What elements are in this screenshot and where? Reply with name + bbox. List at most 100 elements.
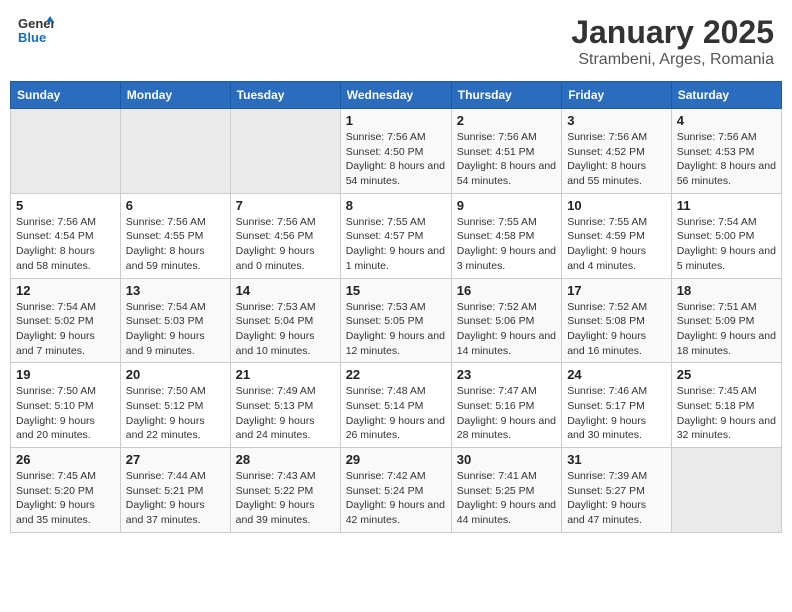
day-number: 1	[346, 113, 446, 128]
calendar-cell: 6 Sunrise: 7:56 AMSunset: 4:55 PMDaylight…	[120, 193, 230, 278]
calendar-cell: 23 Sunrise: 7:47 AMSunset: 5:16 PMDayligh…	[451, 363, 561, 448]
day-info: Sunrise: 7:56 AMSunset: 4:52 PMDaylight:…	[567, 130, 666, 189]
day-info: Sunrise: 7:41 AMSunset: 5:25 PMDaylight:…	[457, 469, 556, 528]
weekday-header: Monday	[120, 82, 230, 109]
weekday-header: Friday	[562, 82, 672, 109]
day-number: 22	[346, 367, 446, 382]
day-info: Sunrise: 7:55 AMSunset: 4:59 PMDaylight:…	[567, 215, 666, 274]
logo: General Blue	[18, 14, 54, 44]
day-info: Sunrise: 7:50 AMSunset: 5:10 PMDaylight:…	[16, 384, 115, 443]
calendar-cell: 13 Sunrise: 7:54 AMSunset: 5:03 PMDayligh…	[120, 278, 230, 363]
day-info: Sunrise: 7:50 AMSunset: 5:12 PMDaylight:…	[126, 384, 225, 443]
calendar-cell: 1 Sunrise: 7:56 AMSunset: 4:50 PMDaylight…	[340, 109, 451, 194]
day-number: 12	[16, 283, 115, 298]
day-number: 31	[567, 452, 666, 467]
calendar-week-row: 26 Sunrise: 7:45 AMSunset: 5:20 PMDayligh…	[11, 448, 782, 533]
calendar-cell: 7 Sunrise: 7:56 AMSunset: 4:56 PMDaylight…	[230, 193, 340, 278]
day-info: Sunrise: 7:56 AMSunset: 4:54 PMDaylight:…	[16, 215, 115, 274]
calendar-cell: 12 Sunrise: 7:54 AMSunset: 5:02 PMDayligh…	[11, 278, 121, 363]
day-number: 29	[346, 452, 446, 467]
location-subtitle: Strambeni, Arges, Romania	[571, 51, 774, 69]
title-area: January 2025 Strambeni, Arges, Romania	[571, 14, 774, 69]
calendar-cell: 27 Sunrise: 7:44 AMSunset: 5:21 PMDayligh…	[120, 448, 230, 533]
day-info: Sunrise: 7:49 AMSunset: 5:13 PMDaylight:…	[236, 384, 335, 443]
day-info: Sunrise: 7:47 AMSunset: 5:16 PMDaylight:…	[457, 384, 556, 443]
day-number: 8	[346, 198, 446, 213]
calendar-cell: 14 Sunrise: 7:53 AMSunset: 5:04 PMDayligh…	[230, 278, 340, 363]
day-info: Sunrise: 7:51 AMSunset: 5:09 PMDaylight:…	[677, 300, 776, 359]
day-info: Sunrise: 7:54 AMSunset: 5:03 PMDaylight:…	[126, 300, 225, 359]
month-title: January 2025	[571, 14, 774, 51]
calendar-cell	[120, 109, 230, 194]
calendar-cell: 11 Sunrise: 7:54 AMSunset: 5:00 PMDayligh…	[671, 193, 781, 278]
day-number: 7	[236, 198, 335, 213]
weekday-header: Saturday	[671, 82, 781, 109]
day-info: Sunrise: 7:44 AMSunset: 5:21 PMDaylight:…	[126, 469, 225, 528]
calendar-cell: 19Sunrise: 7:50 AMSunset: 5:10 PMDayligh…	[11, 363, 121, 448]
day-number: 16	[457, 283, 556, 298]
weekday-header: Wednesday	[340, 82, 451, 109]
calendar-cell: 16 Sunrise: 7:52 AMSunset: 5:06 PMDayligh…	[451, 278, 561, 363]
day-number: 25	[677, 367, 776, 382]
calendar-cell: 4Sunrise: 7:56 AMSunset: 4:53 PMDaylight…	[671, 109, 781, 194]
calendar-cell: 15 Sunrise: 7:53 AMSunset: 5:05 PMDayligh…	[340, 278, 451, 363]
calendar-cell: 28 Sunrise: 7:43 AMSunset: 5:22 PMDayligh…	[230, 448, 340, 533]
day-info: Sunrise: 7:52 AMSunset: 5:06 PMDaylight:…	[457, 300, 556, 359]
day-info: Sunrise: 7:55 AMSunset: 4:57 PMDaylight:…	[346, 215, 446, 274]
calendar-cell: 22Sunrise: 7:48 AMSunset: 5:14 PMDayligh…	[340, 363, 451, 448]
day-info: Sunrise: 7:56 AMSunset: 4:50 PMDaylight:…	[346, 130, 446, 189]
calendar-cell: 18 Sunrise: 7:51 AMSunset: 5:09 PMDayligh…	[671, 278, 781, 363]
day-info: Sunrise: 7:45 AMSunset: 5:18 PMDaylight:…	[677, 384, 776, 443]
day-number: 30	[457, 452, 556, 467]
day-info: Sunrise: 7:42 AMSunset: 5:24 PMDaylight:…	[346, 469, 446, 528]
day-info: Sunrise: 7:56 AMSunset: 4:55 PMDaylight:…	[126, 215, 225, 274]
calendar-cell: 21Sunrise: 7:49 AMSunset: 5:13 PMDayligh…	[230, 363, 340, 448]
calendar-cell: 2Sunrise: 7:56 AMSunset: 4:51 PMDaylight…	[451, 109, 561, 194]
calendar-cell: 26 Sunrise: 7:45 AMSunset: 5:20 PMDayligh…	[11, 448, 121, 533]
calendar-cell: 3 Sunrise: 7:56 AMSunset: 4:52 PMDaylight…	[562, 109, 672, 194]
calendar-table: SundayMondayTuesdayWednesdayThursdayFrid…	[10, 81, 782, 533]
calendar-week-row: 12 Sunrise: 7:54 AMSunset: 5:02 PMDayligh…	[11, 278, 782, 363]
calendar-week-row: 19Sunrise: 7:50 AMSunset: 5:10 PMDayligh…	[11, 363, 782, 448]
calendar-cell: 9Sunrise: 7:55 AMSunset: 4:58 PMDaylight…	[451, 193, 561, 278]
logo-icon: General Blue	[18, 14, 54, 44]
day-info: Sunrise: 7:45 AMSunset: 5:20 PMDaylight:…	[16, 469, 115, 528]
weekday-header: Thursday	[451, 82, 561, 109]
day-number: 13	[126, 283, 225, 298]
day-info: Sunrise: 7:39 AMSunset: 5:27 PMDaylight:…	[567, 469, 666, 528]
day-info: Sunrise: 7:56 AMSunset: 4:56 PMDaylight:…	[236, 215, 335, 274]
day-number: 24	[567, 367, 666, 382]
day-number: 9	[457, 198, 556, 213]
day-number: 20	[126, 367, 225, 382]
day-number: 2	[457, 113, 556, 128]
day-number: 27	[126, 452, 225, 467]
calendar-cell: 30 Sunrise: 7:41 AMSunset: 5:25 PMDayligh…	[451, 448, 561, 533]
calendar-week-row: 5 Sunrise: 7:56 AMSunset: 4:54 PMDaylight…	[11, 193, 782, 278]
calendar-cell: 10 Sunrise: 7:55 AMSunset: 4:59 PMDayligh…	[562, 193, 672, 278]
day-number: 6	[126, 198, 225, 213]
calendar-cell: 5 Sunrise: 7:56 AMSunset: 4:54 PMDaylight…	[11, 193, 121, 278]
day-info: Sunrise: 7:52 AMSunset: 5:08 PMDaylight:…	[567, 300, 666, 359]
day-info: Sunrise: 7:53 AMSunset: 5:05 PMDaylight:…	[346, 300, 446, 359]
day-number: 26	[16, 452, 115, 467]
day-info: Sunrise: 7:43 AMSunset: 5:22 PMDaylight:…	[236, 469, 335, 528]
day-info: Sunrise: 7:54 AMSunset: 5:00 PMDaylight:…	[677, 215, 776, 274]
calendar-cell: 17 Sunrise: 7:52 AMSunset: 5:08 PMDayligh…	[562, 278, 672, 363]
day-info: Sunrise: 7:53 AMSunset: 5:04 PMDaylight:…	[236, 300, 335, 359]
calendar-cell: 8 Sunrise: 7:55 AMSunset: 4:57 PMDaylight…	[340, 193, 451, 278]
calendar-cell	[230, 109, 340, 194]
day-number: 15	[346, 283, 446, 298]
calendar-cell	[11, 109, 121, 194]
day-number: 28	[236, 452, 335, 467]
day-number: 17	[567, 283, 666, 298]
day-number: 23	[457, 367, 556, 382]
day-number: 11	[677, 198, 776, 213]
calendar-cell: 29 Sunrise: 7:42 AMSunset: 5:24 PMDayligh…	[340, 448, 451, 533]
calendar-week-row: 1 Sunrise: 7:56 AMSunset: 4:50 PMDaylight…	[11, 109, 782, 194]
day-number: 5	[16, 198, 115, 213]
day-info: Sunrise: 7:54 AMSunset: 5:02 PMDaylight:…	[16, 300, 115, 359]
day-number: 10	[567, 198, 666, 213]
day-number: 3	[567, 113, 666, 128]
day-number: 18	[677, 283, 776, 298]
day-number: 14	[236, 283, 335, 298]
